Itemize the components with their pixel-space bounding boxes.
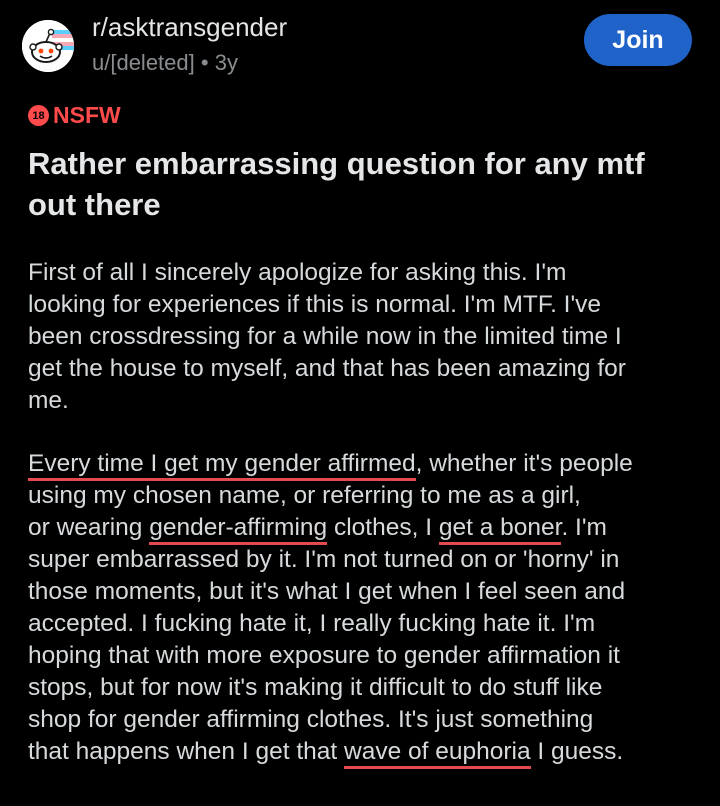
body-line: me. — [28, 387, 69, 414]
body-line: or wearing gender-affirming clothes, I g… — [28, 512, 708, 545]
body-line: hoping that with more exposure to gender… — [28, 640, 708, 672]
body-line: stops, but for now it's making it diffic… — [28, 672, 708, 704]
body-text-segment: accepted. I fucking hate it, I really fu… — [28, 610, 596, 637]
body-line: that happens when I get that wave of eup… — [28, 736, 708, 769]
body-line: using my chosen name, or referring to me… — [28, 480, 708, 512]
body-line: shop for gender affirming clothes. It's … — [28, 704, 708, 736]
nsfw-18-icon: 18 — [28, 105, 49, 126]
post-header: r/asktransgender u/[deleted] • 3y Join — [0, 0, 720, 90]
body-paragraph-2: Every time I get my gender affirmed, whe… — [28, 448, 708, 769]
body-text-segment: , whether it's people — [415, 450, 633, 477]
body-text-segment: using my chosen name, or referring to me… — [28, 482, 581, 509]
body-text-segment: super embarrassed by it. I'm not turned … — [28, 546, 620, 573]
body-text-segment: . I'm — [561, 514, 607, 541]
body-line: Every time I get my gender affirmed, whe… — [28, 448, 708, 481]
post-body: First of all I sincerely apologize for a… — [28, 257, 708, 769]
highlighted-phrase: gender-affirming — [149, 514, 328, 545]
highlighted-phrase: get a boner — [438, 514, 562, 545]
body-text-segment: I guess. — [530, 738, 624, 765]
body-text-segment: those moments, but it's what I get when … — [28, 578, 626, 605]
body-line: accepted. I fucking hate it, I really fu… — [28, 608, 708, 640]
nsfw-tag: 18 NSFW — [28, 102, 121, 129]
highlighted-phrase: wave of euphoria — [344, 738, 531, 769]
body-line: get the house to myself, and that has be… — [28, 355, 626, 382]
snoo-avatar-icon[interactable] — [22, 20, 74, 72]
body-text-segment: stops, but for now it's making it diffic… — [28, 674, 603, 701]
post-title[interactable]: Rather embarrassing question for any mtf… — [28, 143, 698, 225]
body-line: been crossdressing for a while now in th… — [28, 323, 622, 350]
body-text-segment: that happens when I get that — [28, 738, 345, 765]
body-text-segment: hoping that with more exposure to gender… — [28, 642, 620, 669]
highlighted-phrase: Every time I get my gender affirmed — [28, 450, 416, 481]
body-text-segment: clothes, I — [327, 514, 439, 541]
body-line: super embarrassed by it. I'm not turned … — [28, 544, 708, 576]
subreddit-name[interactable]: r/asktransgender — [92, 12, 287, 43]
body-paragraph-1: First of all I sincerely apologize for a… — [28, 257, 708, 417]
body-text-segment: or wearing — [28, 514, 150, 541]
body-line: looking for experiences if this is norma… — [28, 291, 602, 318]
post-age: 3y — [214, 50, 238, 75]
body-text-segment: shop for gender affirming clothes. It's … — [28, 706, 594, 733]
meta-separator: • — [200, 50, 209, 75]
body-line: those moments, but it's what I get when … — [28, 576, 708, 608]
author-name[interactable]: u/[deleted] — [92, 50, 195, 75]
post-meta: u/[deleted] • 3y — [92, 50, 238, 76]
body-line: First of all I sincerely apologize for a… — [28, 259, 567, 286]
nsfw-label: NSFW — [53, 102, 121, 128]
join-button[interactable]: Join — [584, 14, 692, 66]
